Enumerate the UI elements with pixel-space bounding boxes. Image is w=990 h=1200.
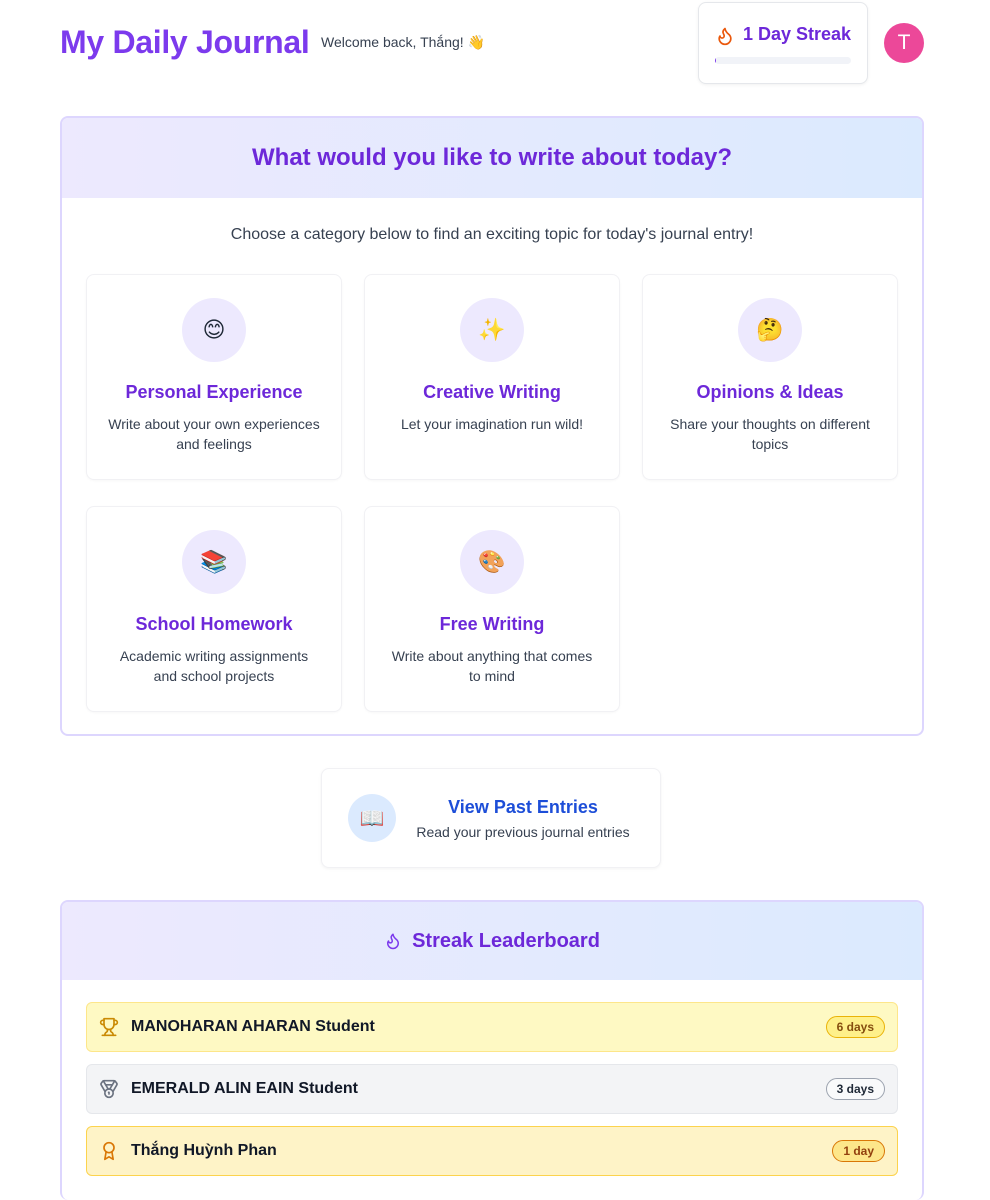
- welcome-message: Welcome back, Thắng! 👋: [321, 34, 485, 50]
- books-icon: 📚: [182, 530, 246, 594]
- topic-card-school-homework[interactable]: 📚 School Homework Academic writing assig…: [86, 506, 342, 712]
- past-entries-subtitle: Read your previous journal entries: [416, 824, 630, 840]
- past-entries-title: View Past Entries: [448, 797, 598, 817]
- streak-days-badge: 6 days: [825, 1016, 885, 1038]
- flame-icon: [718, 27, 732, 46]
- topic-card-description: Write about anything that comes to mind: [391, 648, 593, 684]
- streak-progress-fill: [715, 57, 717, 64]
- streak-card[interactable]: 1 Day Streak: [698, 2, 868, 84]
- topic-picker-heading: What would you like to write about today…: [252, 144, 732, 171]
- streak-label: 1 Day Streak: [743, 24, 852, 44]
- topic-card-description: Write about your own experiences and fee…: [108, 416, 320, 452]
- leaderboard-name: MANOHARAN AHARAN Student: [131, 1018, 375, 1035]
- topic-card-personal-experience[interactable]: 😊 Personal Experience Write about your o…: [86, 274, 342, 480]
- flame-icon: [387, 933, 400, 950]
- palette-icon: 🎨: [460, 530, 524, 594]
- topic-card-description: Academic writing assignments and school …: [119, 648, 309, 684]
- topic-card-description: Let your imagination run wild!: [400, 416, 584, 432]
- leaderboard-name: Thắng Huỳnh Phan: [131, 1142, 277, 1159]
- topic-card-creative-writing[interactable]: ✨ Creative Writing Let your imagination …: [364, 274, 620, 480]
- leaderboard-title: Streak Leaderboard: [412, 929, 600, 952]
- leaderboard-header: Streak Leaderboard: [62, 902, 922, 980]
- topic-card-title: School Homework: [135, 614, 293, 634]
- leaderboard-name: EMERALD ALIN EAIN Student: [131, 1080, 358, 1097]
- topic-picker-panel: What would you like to write about today…: [60, 116, 924, 736]
- topic-card-title: Opinions & Ideas: [696, 382, 844, 402]
- smile-icon: 😊: [182, 298, 246, 362]
- leaderboard-row: EMERALD ALIN EAIN Student 3 days: [86, 1064, 898, 1114]
- topic-picker-subheading: Choose a category below to find an excit…: [230, 226, 754, 243]
- trophy-icon: [99, 1017, 119, 1037]
- header: My Daily Journal Welcome back, Thắng! 👋 …: [0, 0, 990, 90]
- streak-progress-bar: [715, 57, 851, 64]
- sparkles-icon: ✨: [460, 298, 524, 362]
- streak-days-badge: 1 day: [832, 1140, 885, 1162]
- thinking-icon: 🤔: [738, 298, 802, 362]
- open-book-icon: 📖: [348, 794, 396, 842]
- topic-picker-header: What would you like to write about today…: [62, 118, 922, 198]
- streak-days-badge: 3 days: [825, 1078, 885, 1100]
- topic-card-opinions-ideas[interactable]: 🤔 Opinions & Ideas Share your thoughts o…: [642, 274, 898, 480]
- leaderboard-row: MANOHARAN AHARAN Student 6 days: [86, 1002, 898, 1052]
- medal-icon: [99, 1079, 119, 1099]
- topic-card-title: Creative Writing: [423, 382, 561, 402]
- award-icon: [99, 1141, 119, 1161]
- topic-card-title: Free Writing: [439, 614, 545, 634]
- view-past-entries-button[interactable]: 📖 View Past Entries Read your previous j…: [321, 768, 661, 868]
- topic-card-free-writing[interactable]: 🎨 Free Writing Write about anything that…: [364, 506, 620, 712]
- leaderboard-row: Thắng Huỳnh Phan 1 day: [86, 1126, 898, 1176]
- topic-card-title: Personal Experience: [125, 382, 303, 402]
- app-title: My Daily Journal: [60, 24, 310, 60]
- topic-card-description: Share your thoughts on different topics: [670, 416, 870, 452]
- streak-leaderboard-panel: Streak Leaderboard MANOHARAN AHARAN Stud…: [60, 900, 924, 1200]
- avatar[interactable]: T: [884, 23, 924, 63]
